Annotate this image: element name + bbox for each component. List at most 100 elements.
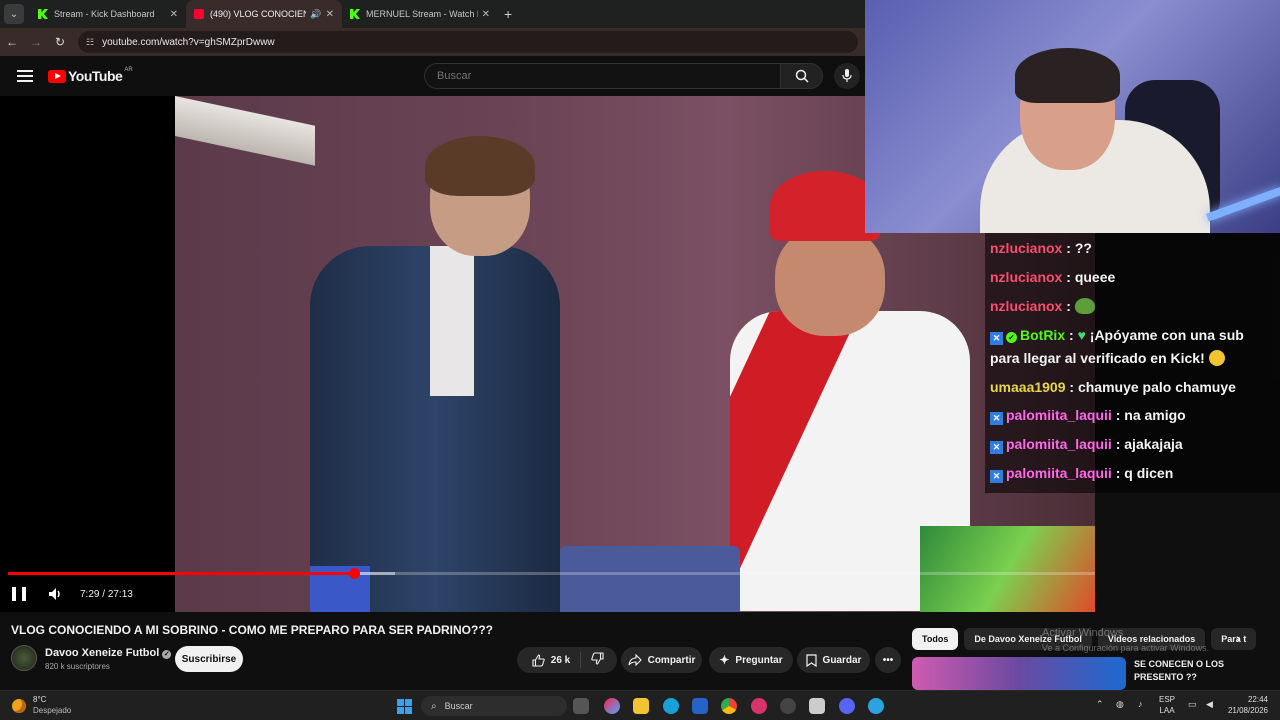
chat-text: ?? [1074,240,1092,256]
save-button[interactable]: Guardar [797,647,870,673]
windows-start-icon[interactable] [397,699,412,714]
system-clock[interactable]: 22:44 21/08/2026 [1224,694,1268,716]
edge-icon[interactable] [663,698,679,714]
channel-name-text: Davoo Xeneize Futbol [45,647,160,659]
dislike-button[interactable] [581,652,614,668]
task-view-icon[interactable] [573,698,589,714]
chat-username[interactable]: BotRix [1020,327,1065,343]
chat-separator: : [1066,240,1071,256]
voice-search-button[interactable] [834,63,860,89]
speaker-icon[interactable]: 🔊 [310,9,321,20]
tab-mernuel-stream[interactable]: MERNUEL Stream - Watch Live ✕ [342,0,498,28]
tab-close-icon[interactable]: ✕ [170,9,178,20]
progress-bar[interactable] [8,568,1095,579]
pause-icon[interactable] [12,587,26,601]
media-player-icon[interactable] [751,698,767,714]
recommended-video-thumbnail[interactable] [912,657,1126,690]
youtube-header: YouTube AR [0,56,865,96]
chat-separator: : [1069,327,1074,343]
chat-separator: : [1066,298,1071,314]
volume-icon[interactable] [48,587,62,601]
microphone-tray-icon[interactable]: ♪ [1138,699,1143,709]
chat-text: q dicen [1124,465,1174,481]
chat-username[interactable]: nzlucianox [990,240,1062,256]
chat-username[interactable]: palomiita_laquii [1006,407,1112,423]
sparkle-icon: ✦ [719,653,730,667]
search-input[interactable] [424,63,781,89]
scrubber-handle[interactable] [348,568,360,579]
tab-youtube-vlog[interactable]: (490) VLOG CONOCIENDO 🔊 ✕ [186,0,342,28]
youtube-wordmark: YouTube [68,68,123,84]
app-icon[interactable] [780,698,796,714]
copilot-icon[interactable] [604,698,620,714]
tab-close-icon[interactable]: ✕ [482,9,490,20]
taskbar-search-placeholder: Buscar [444,701,473,711]
language-indicator[interactable]: ESP LAA [1159,694,1175,716]
chevron-right-icon[interactable]: › [1236,630,1241,646]
discord-icon[interactable] [839,698,855,714]
subscriber-count: 820 k suscriptores [45,662,110,671]
toy-scenery [920,526,1095,612]
channel-avatar[interactable] [11,645,37,671]
chat-message: umaaa1909 : chamuye palo chamuye [990,376,1236,399]
chevron-up-icon[interactable]: ⌃ [1096,699,1104,710]
chip-for-you[interactable]: Para t [1211,628,1257,650]
weather-condition: Despejado [33,706,72,715]
channel-name[interactable]: Davoo Xeneize Futbol ✓ [45,647,172,659]
chat-username[interactable]: palomiita_laquii [1006,465,1112,481]
display-icon[interactable]: ▭ [1188,699,1197,710]
like-count: 26 k [550,654,571,666]
new-tab-icon[interactable]: + [504,6,512,22]
tab-close-icon[interactable]: ✕ [326,9,334,20]
ask-button[interactable]: ✦ Preguntar [709,647,793,673]
person-in-suit [300,136,560,612]
chat-separator: : [1066,269,1071,285]
more-actions-button[interactable]: ••• [875,647,901,673]
hamburger-menu-icon[interactable] [17,70,33,82]
weather-moon-icon[interactable] [12,699,26,713]
windows-taskbar: 8°C Despejado ⌕ Buscar ⌃ ◍ ♪ ESP LAA ▭ ◀ … [0,690,1280,720]
chat-username[interactable]: umaaa1909 [990,379,1066,395]
youtube-logo[interactable]: YouTube AR [48,67,133,84]
tab-label: MERNUEL Stream - Watch Live [366,9,478,19]
chat-message: nzlucianox : queee [990,266,1115,289]
recommended-video-title[interactable]: SE CONECEN O LOS PRESENTO ?? [1134,658,1244,684]
chat-username[interactable]: palomiita_laquii [1006,436,1112,452]
tab-search-icon[interactable]: ⌄ [4,4,24,24]
browser-tab-bar: ⌄ Stream - Kick Dashboard ✕ (490) VLOG C… [0,0,865,28]
store-icon[interactable] [692,698,708,714]
chat-text: queee [1074,269,1116,285]
site-info-icon[interactable]: ☷ [86,37,94,48]
chat-username[interactable]: nzlucianox [990,269,1062,285]
back-arrow-icon[interactable]: ← [0,35,24,49]
telegram-icon[interactable] [868,698,884,714]
chat-text: para llegar al verificado en Kick! [990,350,1205,366]
youtube-icon [194,9,204,19]
taskbar-search[interactable]: ⌕ Buscar [421,696,567,716]
windows-activation-watermark: Activar Windows [1042,627,1124,639]
subscribe-button[interactable]: Suscribirse [175,646,243,672]
network-icon[interactable]: ◍ [1116,699,1124,710]
chrome-icon[interactable] [721,698,737,714]
forward-arrow-icon[interactable]: → [24,35,48,49]
chat-message: para llegar al verificado en Kick! [990,347,1225,370]
chat-separator: : [1069,379,1075,395]
obs-icon[interactable] [809,698,825,714]
streamer-webcam [865,0,1280,233]
search-button[interactable] [781,63,823,89]
current-time: 7:29 [80,588,100,600]
chat-message: ✕ ✓ BotRix : ♥ ¡Apóyame con una sub [990,324,1244,347]
share-label: Compartir [647,654,696,666]
tab-kick-dashboard[interactable]: Stream - Kick Dashboard ✕ [30,0,186,28]
reload-icon[interactable]: ↻ [48,35,72,49]
like-button[interactable]: 26 k [520,652,582,668]
share-button[interactable]: Compartir [621,647,702,673]
chip-all[interactable]: Todos [912,628,959,650]
chat-message: ✕ palomiita_laquii : q dicen [990,462,1173,485]
weather-temperature: 8°C [33,695,47,704]
chat-username[interactable]: nzlucianox [990,298,1062,314]
url-field[interactable]: ☷ youtube.com/watch?v=ghSMZprDwww [78,31,858,53]
sub-badge-icon: ✕ [990,470,1003,483]
file-explorer-icon[interactable] [633,698,649,714]
volume-tray-icon[interactable]: ◀ [1206,699,1213,710]
